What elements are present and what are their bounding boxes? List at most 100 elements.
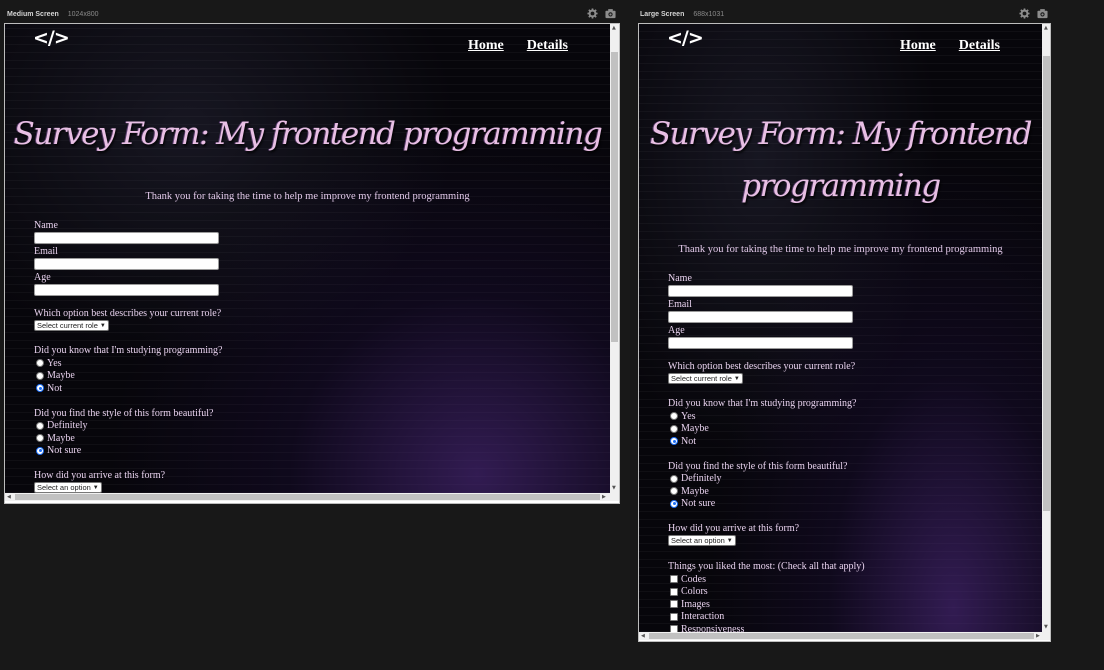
radio-button-selected[interactable] (36, 384, 44, 393)
liked-option[interactable]: Codes (668, 573, 865, 586)
studying-option[interactable]: Maybe (34, 370, 222, 383)
code-icon[interactable]: </> (33, 27, 70, 49)
email-input[interactable] (34, 258, 219, 270)
survey-form: Name Email Age Which option best describ… (34, 219, 222, 493)
page-viewport[interactable]: </> Home Details Survey Form: My fronten… (639, 24, 1042, 632)
radio-button-selected[interactable] (36, 446, 44, 455)
role-question: Which option best describes your current… (668, 361, 856, 372)
checkbox[interactable] (670, 587, 678, 596)
nav-details-link[interactable]: Details (527, 38, 568, 54)
radio-button[interactable] (670, 424, 678, 433)
scroll-left-icon[interactable]: ◀ (7, 494, 11, 500)
age-input[interactable] (34, 284, 219, 296)
radio-button[interactable] (36, 434, 44, 443)
liked-option[interactable]: Interaction (668, 611, 865, 624)
checkbox[interactable] (670, 612, 678, 621)
style-option[interactable]: Definitely (668, 473, 865, 486)
scrollbar-thumb[interactable] (15, 494, 600, 500)
nav-home-link[interactable]: Home (900, 38, 936, 54)
camera-icon[interactable] (605, 8, 616, 19)
option-label: Codes (681, 573, 706, 585)
style-option[interactable]: Maybe (34, 432, 222, 445)
arrive-question: How did you arrive at this form? (668, 523, 800, 534)
role-select-value: Select current role (37, 321, 98, 330)
radio-button[interactable] (670, 474, 678, 483)
page-title: Survey Form: My frontend programming (13, 116, 603, 152)
panel-header-medium: Medium Screen 1024x800 (7, 6, 99, 22)
arrive-select[interactable]: Select an option ▼ (668, 535, 736, 546)
scrollbar-thumb[interactable] (611, 52, 618, 342)
option-label: Definitely (47, 420, 88, 432)
vertical-scrollbar[interactable]: ▲ ▼ (1042, 24, 1050, 632)
email-label: Email (668, 299, 692, 310)
scroll-right-icon[interactable]: ▶ (1036, 633, 1040, 639)
radio-button[interactable] (36, 421, 44, 430)
name-label: Name (668, 273, 692, 284)
name-input[interactable] (34, 232, 219, 244)
survey-form: Name Email Age Which option best describ… (668, 272, 865, 632)
option-label: Not (681, 435, 696, 447)
page-viewport[interactable]: </> Home Details Survey Form: My fronten… (5, 24, 610, 493)
chevron-down-icon: ▼ (99, 322, 106, 329)
panel-tools-large (1019, 8, 1048, 19)
radio-button[interactable] (36, 359, 44, 368)
gear-icon[interactable] (587, 8, 598, 19)
age-input[interactable] (668, 337, 853, 349)
role-select[interactable]: Select current role ▼ (668, 373, 743, 384)
nav-details-link[interactable]: Details (959, 38, 1000, 54)
style-option[interactable]: Maybe (668, 485, 865, 498)
role-select[interactable]: Select current role ▼ (34, 320, 109, 331)
scroll-down-icon[interactable]: ▼ (1044, 624, 1048, 630)
checkbox[interactable] (670, 625, 678, 632)
style-option[interactable]: Not sure (668, 498, 865, 511)
liked-option[interactable]: Images (668, 598, 865, 611)
style-option[interactable]: Not sure (34, 445, 222, 458)
scroll-right-icon[interactable]: ▶ (602, 494, 606, 500)
option-label: Not sure (47, 445, 82, 457)
scroll-up-icon[interactable]: ▲ (612, 25, 616, 31)
camera-icon[interactable] (1037, 8, 1048, 19)
radio-button[interactable] (670, 412, 678, 421)
arrive-question: How did you arrive at this form? (34, 470, 166, 481)
scrollbar-thumb[interactable] (649, 633, 1034, 639)
radio-button-selected[interactable] (670, 499, 678, 508)
checkbox[interactable] (670, 575, 678, 584)
radio-button[interactable] (36, 371, 44, 380)
studying-option[interactable]: Maybe (668, 423, 865, 436)
checkbox[interactable] (670, 600, 678, 609)
horizontal-scrollbar[interactable]: ◀ ▶ (639, 632, 1050, 640)
arrive-select[interactable]: Select an option ▼ (34, 482, 102, 493)
role-question: Which option best describes your current… (34, 308, 222, 319)
liked-option[interactable]: Responsiveness (668, 623, 865, 632)
nav-home-link[interactable]: Home (468, 38, 504, 54)
radio-button-selected[interactable] (670, 437, 678, 446)
scroll-left-icon[interactable]: ◀ (641, 633, 645, 639)
gear-icon[interactable] (1019, 8, 1030, 19)
panel-tools-medium (587, 8, 616, 19)
scroll-up-icon[interactable]: ▲ (1044, 25, 1048, 31)
scrollbar-thumb[interactable] (1043, 56, 1050, 511)
name-input[interactable] (668, 285, 853, 297)
horizontal-scrollbar[interactable]: ◀ ▶ (5, 493, 619, 501)
studying-option[interactable]: Yes (668, 410, 865, 423)
vertical-scrollbar[interactable]: ▲ ▼ (610, 24, 619, 493)
panel-header-large: Large Screen 688x1031 (640, 6, 724, 22)
studying-option[interactable]: Not (34, 382, 222, 395)
nav-bar: Home Details (900, 38, 1000, 54)
studying-option[interactable]: Not (668, 435, 865, 448)
panel-size: 1024x800 (67, 10, 99, 18)
style-option[interactable]: Definitely (34, 420, 222, 433)
option-label: Maybe (47, 370, 75, 382)
role-select-value: Select current role (671, 374, 732, 383)
studying-option[interactable]: Yes (34, 357, 222, 370)
code-icon[interactable]: </> (667, 27, 704, 49)
liked-option[interactable]: Colors (668, 586, 865, 599)
style-question: Did you find the style of this form beau… (34, 407, 214, 419)
scroll-down-icon[interactable]: ▼ (612, 485, 616, 491)
email-input[interactable] (668, 311, 853, 323)
studying-question: Did you know that I'm studying programmi… (34, 345, 223, 356)
age-label: Age (668, 325, 685, 336)
radio-button[interactable] (670, 487, 678, 496)
panel-name: Medium Screen (7, 10, 59, 18)
option-label: Colors (681, 586, 708, 598)
